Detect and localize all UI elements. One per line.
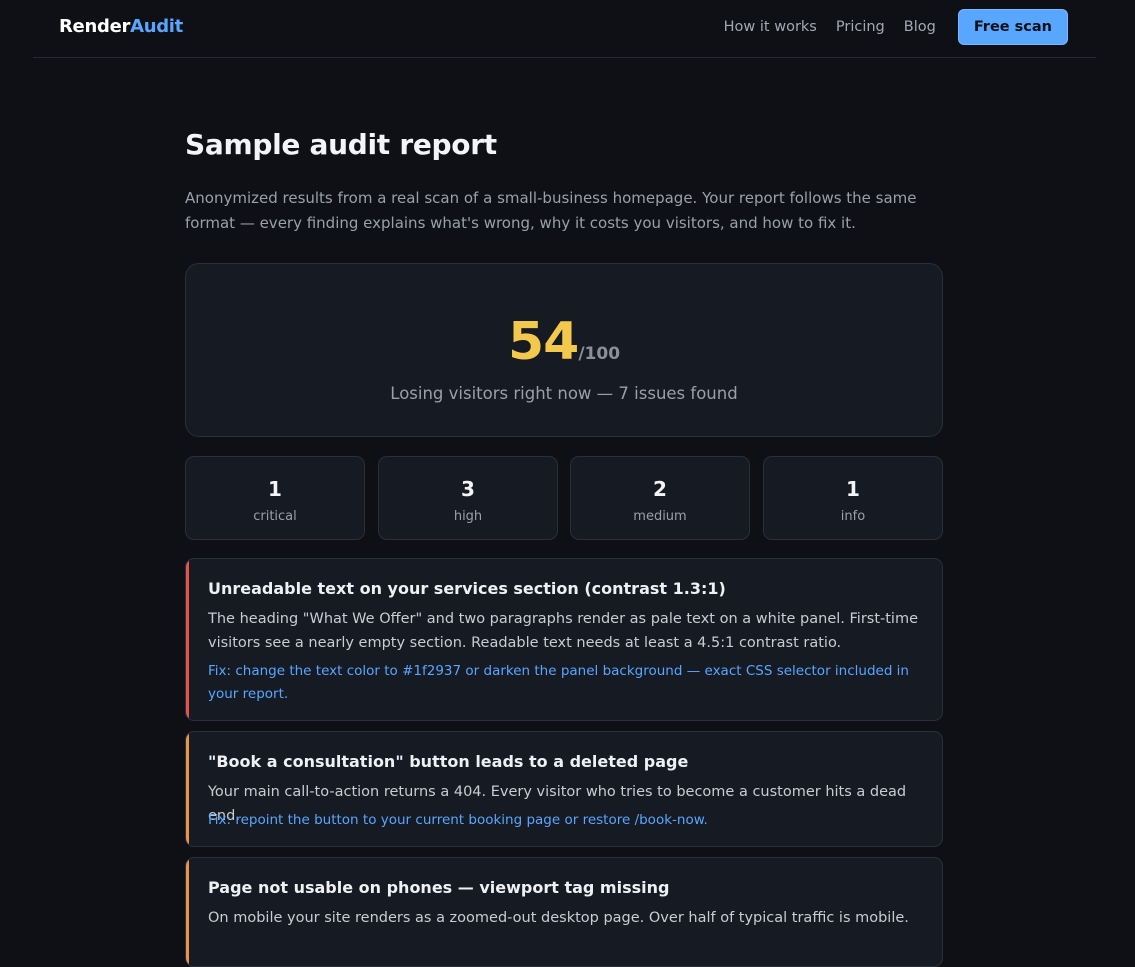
score-summary: Losing visitors right now — 7 issues fou…: [390, 384, 738, 403]
free-scan-button[interactable]: Free scan: [957, 9, 1068, 45]
stat-info-label: info: [840, 509, 866, 524]
stat-info-count: 1: [846, 477, 860, 501]
score-card: 54/100 Losing visitors right now — 7 iss…: [185, 263, 943, 437]
finding-fix: Fix: change the text color to #1f2937 or…: [208, 663, 909, 702]
finding-title: Page not usable on phones — viewport tag…: [208, 878, 670, 897]
stat-medium-label: medium: [633, 509, 687, 524]
finding-card: Page not usable on phones — viewport tag…: [185, 857, 943, 967]
finding-fix: Fix: repoint the button to your current …: [208, 812, 708, 828]
stat-high-label: high: [453, 509, 483, 524]
severity-bar: [186, 858, 189, 966]
finding-card: "Book a consultation" button leads to a …: [185, 731, 943, 847]
nav-link-pricing[interactable]: Pricing: [836, 19, 885, 35]
stat-critical-label: critical: [253, 509, 297, 524]
severity-bar: [186, 559, 189, 720]
nav-links: How it works Pricing Blog Free scan: [705, 9, 1068, 45]
logo-text-render: Render: [59, 16, 131, 37]
severity-stats: 1 critical 3 high 2 medium 1 info: [185, 456, 943, 540]
finding-title: "Book a consultation" button leads to a …: [208, 752, 689, 771]
page-lead: Anonymized results from a real scan of a…: [185, 189, 917, 232]
score-display: 54/100: [186, 312, 942, 372]
top-navigation: RenderAudit How it works Pricing Blog Fr…: [33, 0, 1096, 58]
severity-bar: [186, 732, 189, 846]
stat-critical-count: 1: [268, 477, 282, 501]
logo[interactable]: RenderAudit: [59, 16, 183, 37]
score-denominator: /100: [578, 344, 621, 364]
stat-medium: 2 medium: [570, 456, 750, 540]
nav-link-blog[interactable]: Blog: [904, 19, 936, 35]
stat-high: 3 high: [378, 456, 558, 540]
nav-link-how-it-works[interactable]: How it works: [724, 19, 817, 35]
stat-medium-count: 2: [653, 477, 667, 501]
score-value: 54: [507, 312, 579, 372]
page-title: Sample audit report: [185, 128, 497, 161]
finding-title: Unreadable text on your services section…: [208, 579, 726, 598]
logo-text-audit: Audit: [130, 16, 183, 37]
finding-body: The heading "What We Offer" and two para…: [208, 611, 919, 651]
stat-info: 1 info: [763, 456, 943, 540]
stat-critical: 1 critical: [185, 456, 365, 540]
finding-body: On mobile your site renders as a zoomed-…: [208, 910, 909, 926]
finding-card: Unreadable text on your services section…: [185, 558, 943, 721]
stat-high-count: 3: [461, 477, 475, 501]
